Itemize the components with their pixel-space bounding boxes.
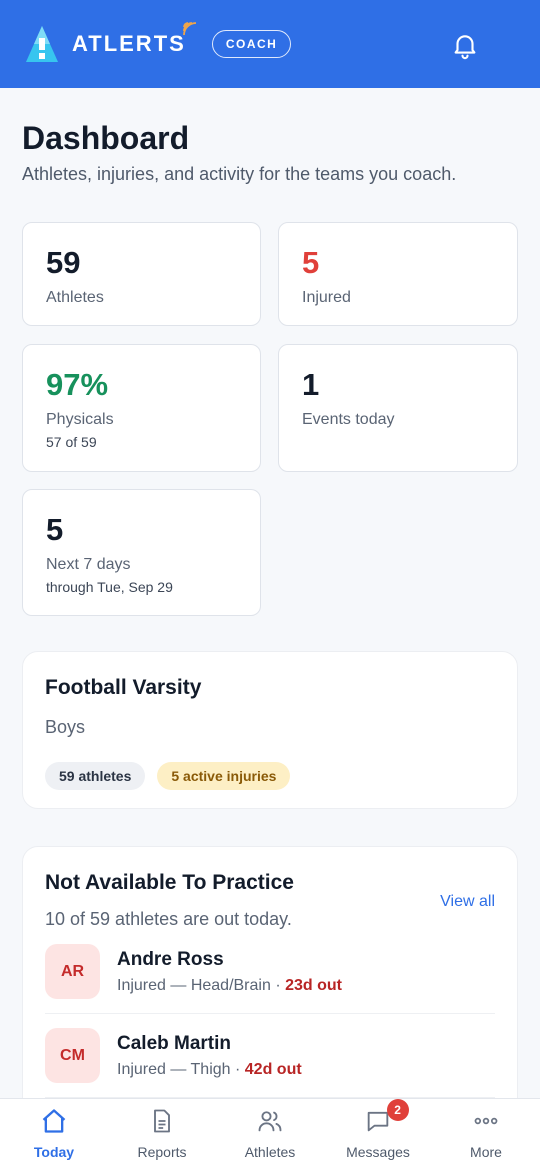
- messages-unread-badge: 2: [386, 1099, 409, 1121]
- stat-card-injured[interactable]: 5 Injured: [278, 222, 518, 326]
- stat-sub: 57 of 59: [46, 434, 97, 450]
- tab-label: Reports: [137, 1144, 187, 1160]
- athletes-count-pill: 59 athletes: [45, 762, 146, 790]
- tab-reports[interactable]: Reports: [108, 1099, 216, 1169]
- athlete-avatar: AR: [45, 944, 100, 999]
- tab-label: Today: [33, 1144, 75, 1160]
- not-available-subtitle: 10 of 59 athletes are out today.: [45, 909, 292, 929]
- athlete-out-duration: 42d out: [244, 1060, 302, 1078]
- users-icon: [258, 1111, 282, 1132]
- stat-value: 1: [302, 367, 320, 402]
- stat-label: Physicals: [46, 411, 114, 428]
- athlete-name: Caleb Martin: [117, 1032, 232, 1054]
- athlete-row[interactable]: AR Andre Ross Injured — Head/Brain · 23d…: [45, 930, 495, 1014]
- stat-label: Events today: [302, 411, 395, 428]
- stat-label: Injured: [302, 289, 351, 306]
- stat-card-athletes[interactable]: 59 Athletes: [22, 222, 261, 326]
- stat-value: 5: [46, 512, 64, 547]
- active-injuries-pill: 5 active injuries: [157, 762, 291, 790]
- tab-label: Messages: [346, 1144, 410, 1160]
- tab-label: More: [470, 1144, 502, 1160]
- stat-sub: through Tue, Sep 29: [46, 579, 173, 595]
- athlete-status: Injured — Thigh: [117, 1060, 231, 1078]
- home-icon: [42, 1109, 66, 1133]
- bottom-tab-bar: Today Reports Athletes 2 Messages More: [0, 1098, 540, 1169]
- stat-card-next-7-days[interactable]: 5 Next 7 days through Tue, Sep 29: [22, 489, 261, 616]
- main-content[interactable]: Dashboard Athletes, injuries, and activi…: [0, 88, 540, 1098]
- athlete-meta: Injured — Head/Brain · 23d out: [117, 977, 342, 995]
- athlete-row[interactable]: CM Caleb Martin Injured — Thigh · 42d ou…: [45, 1014, 495, 1098]
- athlete-name: Andre Ross: [117, 948, 224, 970]
- app-logo[interactable]: ATLERTS: [22, 22, 196, 64]
- tab-label: Athletes: [244, 1144, 296, 1160]
- tab-more[interactable]: More: [432, 1099, 540, 1169]
- more-icon: [474, 1117, 498, 1125]
- role-badge: COACH: [211, 30, 292, 58]
- stat-card-events-today[interactable]: 1 Events today: [278, 344, 518, 472]
- page-title: Dashboard: [22, 120, 190, 156]
- team-gender: Boys: [45, 717, 86, 737]
- view-all-link[interactable]: View all: [440, 893, 495, 911]
- logo-icon: [26, 26, 58, 62]
- athlete-meta: Injured — Thigh · 42d out: [117, 1061, 302, 1079]
- team-pills: 59 athletes 5 active injuries: [45, 762, 495, 790]
- tab-messages[interactable]: 2 Messages: [324, 1099, 432, 1169]
- signal-icon: [182, 22, 196, 36]
- brand-name: ATLERTS: [72, 22, 196, 57]
- page-subtitle: Athletes, injuries, and activity for the…: [22, 164, 457, 184]
- stat-label: Next 7 days: [46, 556, 131, 573]
- stat-value: 59: [46, 245, 81, 280]
- athlete-out-duration: 23d out: [285, 976, 342, 994]
- not-available-title: Not Available To Practice: [45, 871, 294, 894]
- app-header: ATLERTS COACH: [0, 0, 540, 88]
- separator-dot: ·: [235, 1060, 245, 1078]
- tab-athletes[interactable]: Athletes: [216, 1099, 324, 1169]
- stat-label: Athletes: [46, 289, 104, 306]
- notifications-bell-icon[interactable]: [450, 30, 480, 60]
- document-icon: [154, 1109, 170, 1133]
- stat-card-physicals[interactable]: 97% Physicals 57 of 59: [22, 344, 261, 472]
- stat-value: 97%: [46, 367, 109, 402]
- team-name: Football Varsity: [45, 676, 202, 699]
- athlete-status: Injured — Head/Brain: [117, 976, 271, 994]
- not-available-card: Not Available To Practice View all 10 of…: [22, 846, 518, 1098]
- stat-value: 5: [302, 245, 320, 280]
- separator-dot: ·: [275, 976, 286, 994]
- tab-today[interactable]: Today: [0, 1099, 108, 1169]
- athlete-avatar: CM: [45, 1028, 100, 1083]
- team-card-football-varsity[interactable]: Football Varsity Boys 59 athletes 5 acti…: [22, 651, 518, 809]
